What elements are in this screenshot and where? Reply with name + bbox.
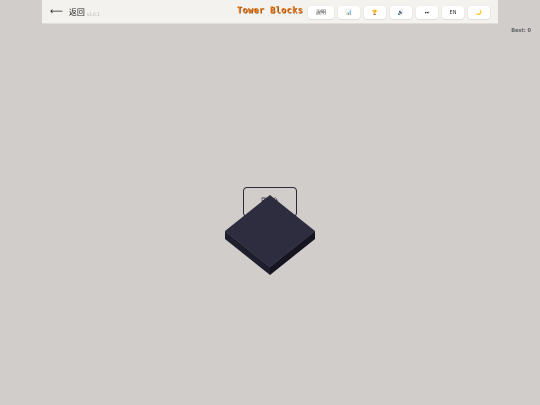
toolbar: 說明 📊 🏆 🔊 ⏭ EN 🌙: [308, 6, 490, 19]
leaderboard-button[interactable]: 🏆: [364, 6, 386, 19]
block-left-face: [225, 231, 270, 275]
stats-button[interactable]: 📊: [338, 6, 360, 19]
back-button[interactable]: ⟵ 返回: [50, 5, 85, 19]
skip-button[interactable]: ⏭: [416, 6, 438, 19]
speaker-icon: 🔊: [397, 9, 405, 16]
top-bar: ⟵ 返回 v1.0.1 Tower Blocks 說明 📊 🏆 🔊 ⏭ EN 🌙: [42, 0, 498, 24]
start-button[interactable]: 開始: [243, 187, 297, 217]
version-label: v1.0.1: [87, 12, 100, 17]
instructions-button[interactable]: 說明: [308, 6, 334, 19]
block-right-face: [270, 231, 315, 275]
moon-icon: 🌙: [475, 9, 483, 16]
chart-icon: 📊: [345, 9, 353, 16]
back-label: 返回: [68, 7, 85, 17]
best-score: Best: 0: [511, 28, 531, 34]
arrow-left-icon: ⟵: [50, 6, 63, 17]
trophy-icon: 🏆: [371, 9, 379, 16]
sound-button[interactable]: 🔊: [390, 6, 412, 19]
skip-icon: ⏭: [424, 9, 430, 16]
theme-button[interactable]: 🌙: [468, 6, 490, 19]
language-button[interactable]: EN: [442, 6, 464, 19]
